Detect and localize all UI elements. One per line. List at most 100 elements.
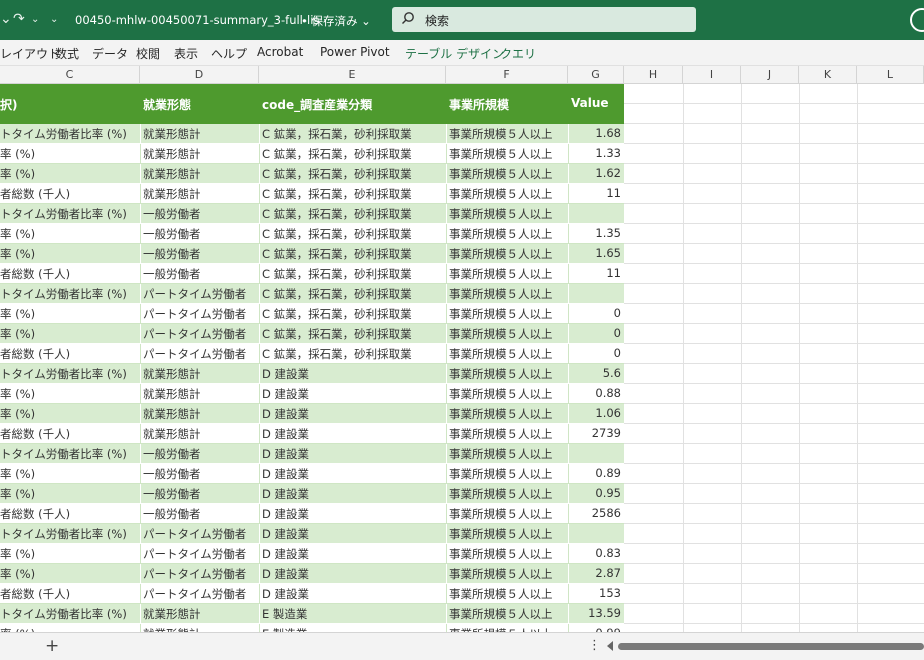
value-cell[interactable]: 0.89 [570, 466, 621, 480]
table-cell[interactable]: 率 (%) [0, 386, 136, 402]
table-cell[interactable]: 率 (%) [0, 486, 136, 502]
column-header-f[interactable]: F [446, 66, 568, 84]
table-cell[interactable]: 率 (%) [0, 246, 136, 262]
table-cell[interactable]: 事業所規模５人以上 [449, 186, 567, 202]
column-header-g[interactable]: G [568, 66, 624, 84]
table-header-cell[interactable]: 就業形態 [143, 96, 191, 113]
saved-status[interactable]: • 保存済み ⌄ [301, 13, 371, 29]
table-cell[interactable]: 率 (%) [0, 146, 136, 162]
table-cell[interactable]: D 建設業 [262, 546, 445, 562]
redo-dropdown-icon[interactable]: ⌄ [31, 14, 39, 25]
table-cell[interactable]: C 鉱業，採石業，砂利採取業 [262, 346, 445, 362]
tab-data[interactable]: データ [92, 45, 128, 62]
table-cell[interactable]: 就業形態計 [143, 126, 258, 142]
tab-formulas[interactable]: 数式 [55, 45, 79, 62]
horizontal-scrollbar[interactable] [618, 643, 924, 650]
table-cell[interactable]: 率 (%) [0, 326, 136, 342]
table-cell[interactable]: 一般労働者 [143, 266, 258, 282]
column-header-l[interactable]: L [857, 66, 924, 84]
table-cell[interactable]: 就業形態計 [143, 606, 258, 622]
value-cell[interactable]: 11 [570, 266, 621, 280]
table-cell[interactable]: トタイム労働者比率 (%) [0, 206, 136, 222]
table-cell[interactable]: 者総数 (千人) [0, 586, 136, 602]
table-header-cell[interactable]: Value [571, 96, 609, 110]
table-cell[interactable]: 率 (%) [0, 566, 136, 582]
table-cell[interactable]: C 鉱業，採石業，砂利採取業 [262, 186, 445, 202]
table-cell[interactable]: 事業所規模５人以上 [449, 546, 567, 562]
tab-page-layout[interactable]: レイアウト [0, 45, 60, 62]
value-cell[interactable]: 2586 [570, 506, 621, 520]
tab-acrobat[interactable]: Acrobat [257, 45, 303, 59]
table-cell[interactable]: 事業所規模５人以上 [449, 566, 567, 582]
value-cell[interactable]: 0.88 [570, 386, 621, 400]
table-cell[interactable]: パートタイム労働者 [143, 586, 258, 602]
table-cell[interactable]: 事業所規模５人以上 [449, 326, 567, 342]
table-cell[interactable]: 率 (%) [0, 546, 136, 562]
column-header-e[interactable]: E [259, 66, 446, 84]
value-cell[interactable]: 13.59 [570, 606, 621, 620]
table-cell[interactable]: パートタイム労働者 [143, 566, 258, 582]
value-cell[interactable]: 1.68 [570, 126, 621, 140]
table-cell[interactable]: 一般労働者 [143, 446, 258, 462]
table-cell[interactable]: 事業所規模５人以上 [449, 406, 567, 422]
value-cell[interactable]: 1.33 [570, 146, 621, 160]
table-cell[interactable]: 事業所規模５人以上 [449, 366, 567, 382]
table-cell[interactable]: C 鉱業，採石業，砂利採取業 [262, 206, 445, 222]
table-cell[interactable]: D 建設業 [262, 366, 445, 382]
table-cell[interactable]: トタイム労働者比率 (%) [0, 126, 136, 142]
value-cell[interactable]: 153 [570, 586, 621, 600]
table-cell[interactable]: パートタイム労働者 [143, 306, 258, 322]
value-cell[interactable]: 2.87 [570, 566, 621, 580]
avatar[interactable] [910, 8, 924, 32]
table-cell[interactable]: E 製造業 [262, 606, 445, 622]
table-cell[interactable]: C 鉱業，採石業，砂利採取業 [262, 246, 445, 262]
value-cell[interactable]: 0.83 [570, 546, 621, 560]
value-cell[interactable]: 1.06 [570, 406, 621, 420]
table-cell[interactable]: 率 (%) [0, 166, 136, 182]
table-cell[interactable]: 一般労働者 [143, 466, 258, 482]
table-cell[interactable]: 事業所規模５人以上 [449, 146, 567, 162]
table-cell[interactable]: D 建設業 [262, 506, 445, 522]
table-cell[interactable]: 事業所規模５人以上 [449, 446, 567, 462]
table-cell[interactable]: パートタイム労働者 [143, 346, 258, 362]
table-cell[interactable]: パートタイム労働者 [143, 526, 258, 542]
table-cell[interactable]: C 鉱業，採石業，砂利採取業 [262, 306, 445, 322]
add-sheet-button[interactable]: + [45, 636, 59, 656]
column-header-j[interactable]: J [741, 66, 799, 84]
more-icon[interactable]: ⋮ [588, 638, 601, 653]
table-header-cell[interactable]: code_調査産業分類 [262, 96, 372, 113]
table-cell[interactable]: 事業所規模５人以上 [449, 246, 567, 262]
table-cell[interactable]: 一般労働者 [143, 486, 258, 502]
table-cell[interactable]: 一般労働者 [143, 246, 258, 262]
table-cell[interactable]: 一般労働者 [143, 226, 258, 242]
scroll-left-icon[interactable] [607, 641, 613, 651]
table-cell[interactable]: C 鉱業，採石業，砂利採取業 [262, 226, 445, 242]
table-cell[interactable]: 就業形態計 [143, 386, 258, 402]
table-cell[interactable]: 就業形態計 [143, 406, 258, 422]
value-cell[interactable]: 1.62 [570, 166, 621, 180]
table-cell[interactable]: D 建設業 [262, 566, 445, 582]
table-cell[interactable]: 者総数 (千人) [0, 346, 136, 362]
table-cell[interactable]: C 鉱業，採石業，砂利採取業 [262, 146, 445, 162]
table-cell[interactable]: 一般労働者 [143, 206, 258, 222]
table-cell[interactable]: 事業所規模５人以上 [449, 126, 567, 142]
table-cell[interactable]: 者総数 (千人) [0, 266, 136, 282]
tab-query[interactable]: クエリ [500, 45, 536, 62]
worksheet-grid[interactable]: 択) 就業形態 code_調査産業分類 事業所規模 Value トタイム労働者比… [0, 84, 924, 632]
table-cell[interactable]: 事業所規模５人以上 [449, 206, 567, 222]
value-cell[interactable]: 0 [570, 326, 621, 340]
table-cell[interactable]: 事業所規模５人以上 [449, 506, 567, 522]
tab-review[interactable]: 校閲 [136, 45, 160, 62]
table-cell[interactable]: 就業形態計 [143, 146, 258, 162]
table-cell[interactable]: D 建設業 [262, 466, 445, 482]
table-cell[interactable]: C 鉱業，採石業，砂利採取業 [262, 286, 445, 302]
table-cell[interactable]: トタイム労働者比率 (%) [0, 526, 136, 542]
customize-toolbar-icon[interactable]: ⌄ [50, 14, 58, 25]
table-cell[interactable]: 事業所規模５人以上 [449, 486, 567, 502]
column-header-k[interactable]: K [799, 66, 857, 84]
table-header-cell[interactable]: 択) [0, 96, 18, 113]
table-cell[interactable]: C 鉱業，採石業，砂利採取業 [262, 126, 445, 142]
table-cell[interactable]: 事業所規模５人以上 [449, 266, 567, 282]
tab-view[interactable]: 表示 [174, 45, 198, 62]
table-cell[interactable]: 率 (%) [0, 466, 136, 482]
